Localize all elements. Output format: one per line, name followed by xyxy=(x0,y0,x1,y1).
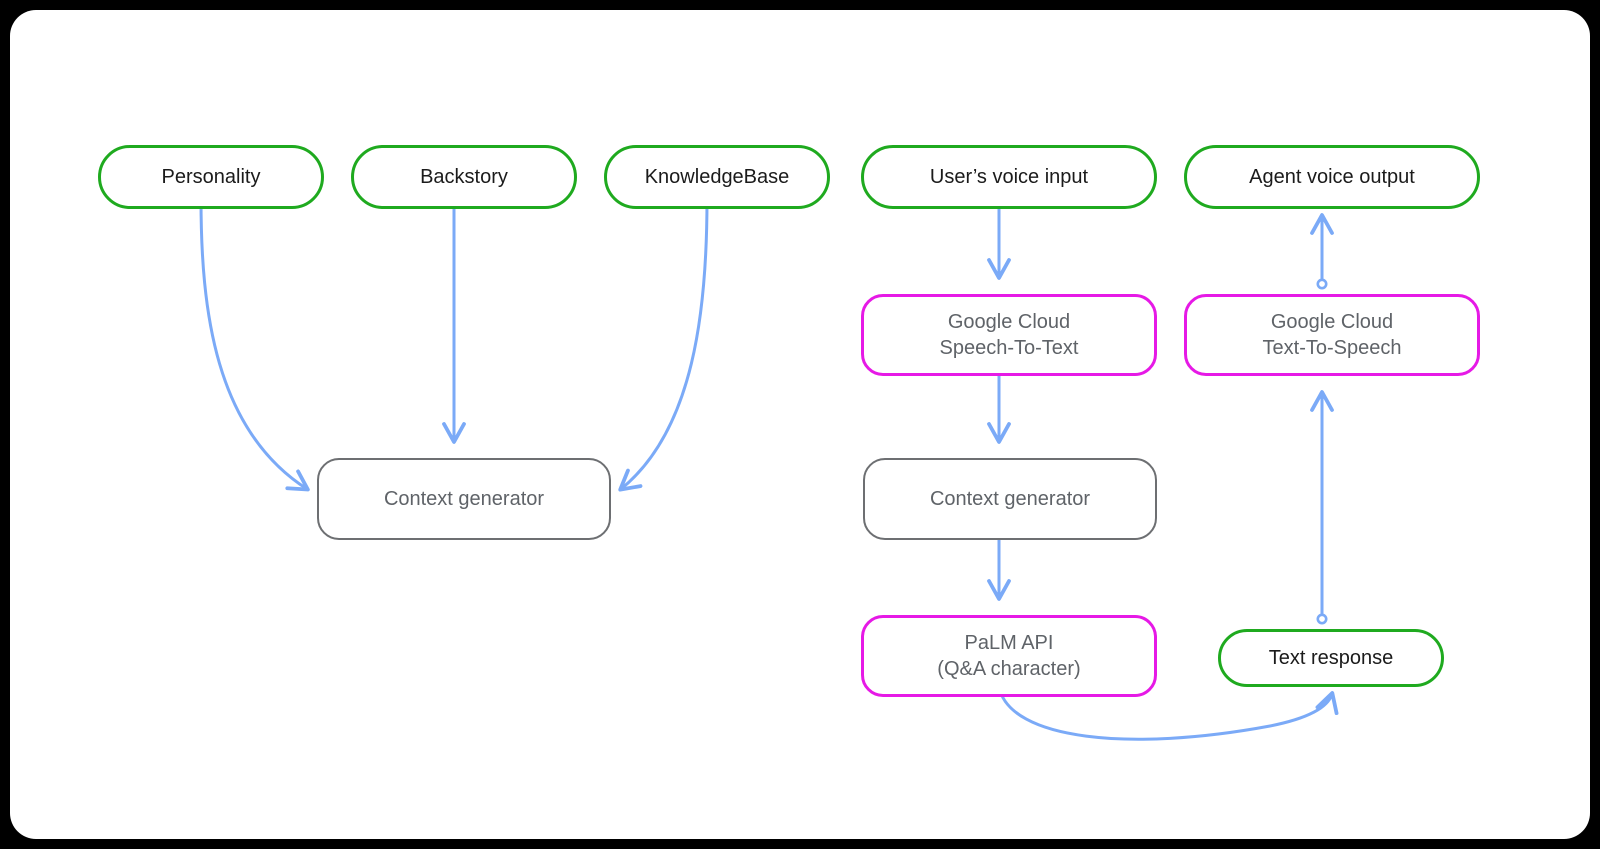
node-ctxgen_right[interactable]: Context generator xyxy=(863,458,1157,540)
edge-layer xyxy=(195,193,1339,741)
node-voice_input[interactable]: User’s voice input xyxy=(861,145,1157,209)
anchor-dot xyxy=(1316,278,1328,290)
diagram-canvas: Personality Backstory KnowledgeBase User’s … xyxy=(0,0,1600,849)
node-ctxgen_left[interactable]: Context generator xyxy=(317,458,611,540)
anchor-dot xyxy=(1316,613,1328,625)
node-backstory[interactable]: Backstory xyxy=(351,145,577,209)
node-tts[interactable]: Google Cloud Text-To-Speech xyxy=(1184,294,1480,376)
node-knowledgebase[interactable]: KnowledgeBase xyxy=(604,145,830,209)
edge-knowledgebase-to-context xyxy=(618,197,709,492)
node-palm_api[interactable]: PaLM API (Q&A character) xyxy=(861,615,1157,697)
node-text_response[interactable]: Text response xyxy=(1218,629,1444,687)
node-voice_output[interactable]: Agent voice output xyxy=(1184,145,1480,209)
edge-personality-to-context xyxy=(199,197,310,492)
node-stt[interactable]: Google Cloud Speech-To-Text xyxy=(861,294,1157,376)
diagram-card: Personality Backstory KnowledgeBase User’s … xyxy=(10,10,1590,839)
node-personality[interactable]: Personality xyxy=(98,145,324,209)
